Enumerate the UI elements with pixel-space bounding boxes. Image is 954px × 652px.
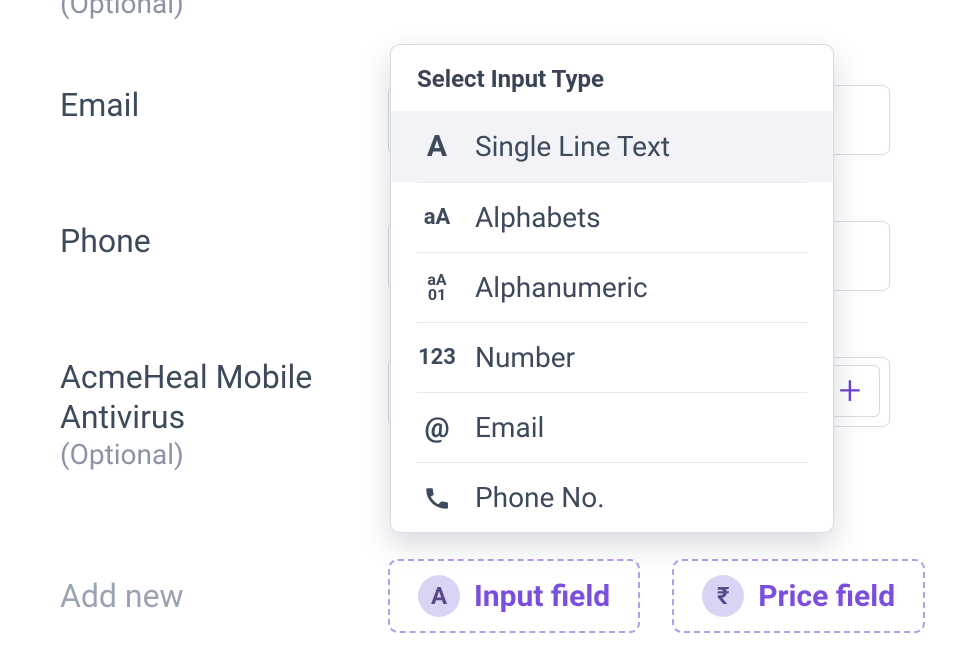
input-field-icon: A <box>418 575 460 617</box>
acme-optional-tag: (Optional) <box>60 437 388 472</box>
optional-tag: (Optional) <box>60 0 388 21</box>
option-label: Email <box>475 411 544 444</box>
alphabets-icon: aA <box>417 205 457 230</box>
phone-icon <box>417 484 457 512</box>
option-alphanumeric[interactable]: aA 01 Alphanumeric <box>391 253 833 322</box>
field-row-top: (Optional) <box>0 0 388 21</box>
at-icon: @ <box>417 411 457 444</box>
phone-label: Phone <box>60 221 388 261</box>
plus-icon: + <box>839 371 862 411</box>
alphanumeric-icon-bottom: 01 <box>428 288 446 302</box>
option-label: Number <box>475 341 575 374</box>
option-phone[interactable]: Phone No. <box>391 463 833 532</box>
option-email[interactable]: @ Email <box>391 393 833 462</box>
acme-label-line2: Antivirus <box>60 397 388 437</box>
price-field-icon: ₹ <box>702 575 744 617</box>
input-type-popup: Select Input Type A Single Line Text aA … <box>390 44 834 533</box>
add-input-field-chip[interactable]: A Input field <box>388 559 640 633</box>
add-new-label: Add new <box>60 577 388 615</box>
option-label: Single Line Text <box>475 130 670 163</box>
option-label: Phone No. <box>475 481 605 514</box>
popup-header: Select Input Type <box>391 45 833 111</box>
option-single-line-text[interactable]: A Single Line Text <box>391 111 833 182</box>
input-field-chip-label: Input field <box>474 579 610 614</box>
price-field-chip-label: Price field <box>758 579 895 614</box>
alphanumeric-icon: aA 01 <box>417 273 457 302</box>
option-label: Alphanumeric <box>475 271 648 304</box>
option-number[interactable]: 123 Number <box>391 323 833 392</box>
option-alphabets[interactable]: aA Alphabets <box>391 183 833 252</box>
number-icon: 123 <box>417 345 457 370</box>
add-new-row: Add new A Input field ₹ Price field <box>0 559 925 633</box>
letter-a-icon: A <box>417 129 457 164</box>
email-label: Email <box>60 85 388 125</box>
option-label: Alphabets <box>475 201 601 234</box>
acme-label-line1: AcmeHeal Mobile <box>60 357 388 397</box>
add-price-field-chip[interactable]: ₹ Price field <box>672 559 925 633</box>
